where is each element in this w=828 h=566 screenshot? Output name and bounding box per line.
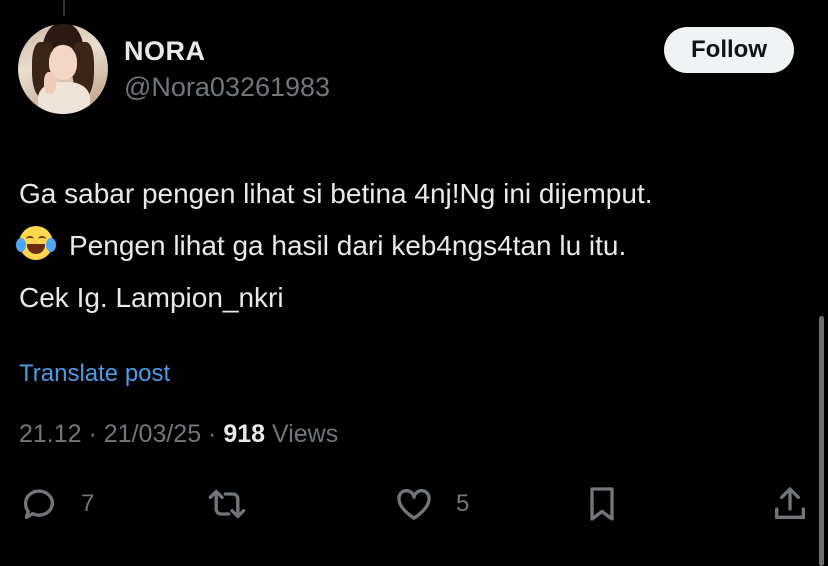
avatar-hand	[44, 72, 56, 94]
post-line-2-text: Pengen lihat ga hasil dari keb4ngs4tan l…	[69, 230, 627, 261]
user-display-name[interactable]: NORA	[124, 36, 206, 67]
laughing-emoji-icon	[16, 226, 56, 260]
views-count: 918	[223, 420, 266, 448]
translate-post-link[interactable]: Translate post	[19, 360, 170, 388]
reply-icon	[23, 489, 54, 519]
like-icon	[397, 488, 431, 520]
bookmark-icon	[590, 487, 614, 521]
thread-line	[63, 0, 65, 16]
scrollbar[interactable]	[819, 316, 824, 566]
post-line-3: Cek Ig. Lampion_nkri	[19, 282, 284, 313]
reply-button[interactable]: 7	[19, 484, 94, 524]
reply-count: 7	[81, 490, 95, 517]
views-label: Views	[265, 420, 339, 448]
like-button[interactable]: 5	[394, 484, 469, 524]
user-handle[interactable]: @Nora03261983	[124, 72, 330, 103]
share-icon	[775, 487, 805, 519]
share-button[interactable]	[770, 484, 810, 524]
meta-separator: ·	[81, 420, 104, 448]
post-meta: 21.12 · 21/03/25 · 918 Views	[19, 420, 338, 449]
post-line-1: Ga sabar pengen lihat si betina 4nj!Ng i…	[19, 178, 653, 209]
post-line-2: Pengen lihat ga hasil dari keb4ngs4tan l…	[16, 220, 809, 272]
post-text: Ga sabar pengen lihat si betina 4nj!Ng i…	[16, 168, 809, 324]
follow-button[interactable]: Follow	[664, 27, 794, 73]
post-date[interactable]: 21/03/25	[104, 420, 201, 448]
repost-icon	[208, 489, 246, 519]
post-time[interactable]: 21.12	[19, 420, 82, 448]
repost-button[interactable]	[205, 484, 249, 524]
like-count: 5	[456, 490, 470, 517]
meta-separator: ·	[201, 420, 224, 448]
avatar[interactable]	[18, 24, 108, 114]
bookmark-button[interactable]	[584, 484, 620, 524]
